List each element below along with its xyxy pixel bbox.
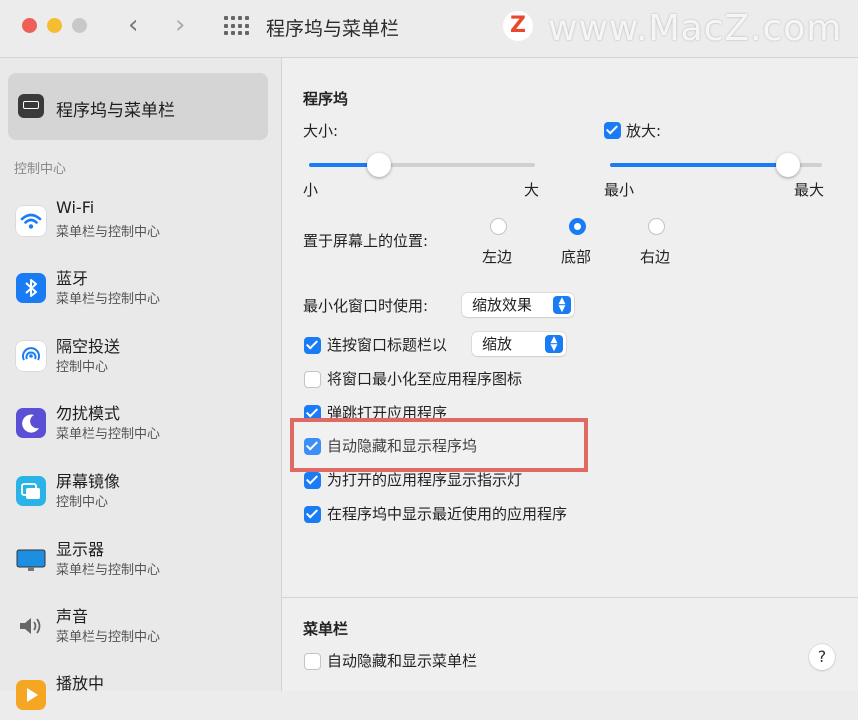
sidebar-section-control-center: 控制中心 [14, 162, 67, 177]
position-left-radio[interactable] [490, 218, 507, 235]
size-min-label: 小 [303, 181, 319, 199]
sidebar-item-airdrop[interactable]: 隔空投送 控制中心 [16, 333, 266, 383]
menubar-section-title: 菜单栏 [303, 620, 349, 638]
sidebar-item-dock-menubar[interactable]: 程序坞与菜单栏 [8, 73, 268, 140]
main-content: 程序坞 大小: 小 大 放大: 最小 最大 置于屏幕上的位置: 左边 底部 右边… [282, 58, 858, 691]
section-divider [282, 597, 858, 598]
position-left-label: 左边 [482, 248, 513, 266]
size-label: 大小: [303, 122, 339, 140]
sidebar-item-now-playing[interactable]: 播放中 [16, 670, 266, 720]
speaker-icon [16, 611, 46, 641]
sidebar-item-title: 勿扰模式 [56, 404, 121, 423]
position-label: 置于屏幕上的位置: [303, 232, 429, 250]
minimize-into-app-icon-checkbox[interactable] [304, 371, 321, 388]
dock-section-title: 程序坞 [303, 90, 349, 108]
show-recent-apps-label: 在程序坞中显示最近使用的应用程序 [327, 505, 568, 523]
sidebar-item-sound[interactable]: 声音 菜单栏与控制中心 [16, 603, 266, 653]
screen-mirror-icon [16, 476, 46, 506]
show-recent-apps-checkbox[interactable] [304, 506, 321, 523]
size-slider-knob[interactable] [367, 153, 391, 177]
position-right-radio[interactable] [648, 218, 665, 235]
size-max-label: 大 [524, 181, 540, 199]
sidebar-item-title: 隔空投送 [56, 337, 121, 356]
minimize-into-app-icon-label: 将窗口最小化至应用程序图标 [327, 370, 523, 388]
sidebar-item-bluetooth[interactable]: 蓝牙 菜单栏与控制中心 [16, 265, 266, 315]
sidebar-item-subtitle: 控制中心 [56, 360, 109, 375]
show-indicators-label: 为打开的应用程序显示指示灯 [327, 471, 523, 489]
watermark-logo: Z [503, 11, 533, 41]
back-button[interactable]: ‹ [128, 10, 138, 40]
zoom-window-button[interactable] [72, 18, 87, 33]
sidebar-item-title: 显示器 [56, 540, 105, 559]
sidebar-item-title: Wi-Fi [56, 198, 95, 217]
autohide-menubar-checkbox[interactable] [304, 653, 321, 670]
bluetooth-icon [16, 273, 46, 303]
window-title: 程序坞与菜单栏 [266, 18, 400, 40]
sidebar-item-title: 屏幕镜像 [56, 472, 121, 491]
sidebar-item-subtitle: 菜单栏与控制中心 [56, 225, 161, 240]
sidebar-item-title: 声音 [56, 607, 89, 626]
minimize-effect-label: 最小化窗口时使用: [303, 297, 429, 315]
sidebar-item-label: 程序坞与菜单栏 [56, 101, 175, 121]
sidebar-item-title: 播放中 [56, 674, 105, 693]
close-window-button[interactable] [22, 18, 37, 33]
sidebar-item-subtitle: 控制中心 [56, 495, 109, 510]
autohide-menubar-label: 自动隐藏和显示菜单栏 [327, 652, 478, 670]
moon-icon [16, 408, 46, 438]
sidebar-item-wifi[interactable]: Wi-Fi 菜单栏与控制中心 [16, 198, 266, 248]
show-indicators-checkbox[interactable] [304, 472, 321, 489]
double-click-action-select[interactable]: 缩放 ▲ ▼ [472, 332, 566, 356]
position-bottom-label: 底部 [561, 248, 592, 266]
help-button[interactable]: ? [809, 644, 835, 670]
chevron-updown-icon: ▲ ▼ [545, 335, 563, 353]
magnification-max-label: 最大 [794, 181, 825, 199]
minimize-window-button[interactable] [47, 18, 62, 33]
minimize-effect-select[interactable]: 缩放效果 ▲ ▼ [462, 293, 574, 317]
magnification-slider-fill [610, 163, 788, 167]
sidebar-item-subtitle: 菜单栏与控制中心 [56, 427, 161, 442]
show-all-grid-icon[interactable] [224, 16, 249, 36]
double-click-action-value: 缩放 [482, 335, 513, 353]
sidebar-item-screen-mirroring[interactable]: 屏幕镜像 控制中心 [16, 468, 266, 518]
sidebar-item-do-not-disturb[interactable]: 勿扰模式 菜单栏与控制中心 [16, 400, 266, 450]
dock-icon [18, 94, 44, 118]
position-bottom-radio[interactable] [569, 218, 586, 235]
double-click-label: 连按窗口标题栏以 [327, 336, 448, 354]
magnification-slider-knob[interactable] [776, 153, 800, 177]
position-right-label: 右边 [640, 248, 671, 266]
minimize-effect-value: 缩放效果 [472, 296, 533, 314]
sidebar: 程序坞与菜单栏 控制中心 Wi-Fi 菜单栏与控制中心 蓝牙 菜单栏与控制中心 … [0, 58, 282, 710]
magnification-min-label: 最小 [604, 181, 635, 199]
title-bar: ‹ › 程序坞与菜单栏 Z www.MacZ.com [0, 0, 858, 58]
sidebar-item-subtitle: 菜单栏与控制中心 [56, 563, 161, 578]
sidebar-item-display[interactable]: 显示器 菜单栏与控制中心 [16, 536, 266, 586]
display-icon [16, 544, 46, 574]
chevron-updown-icon: ▲ ▼ [553, 296, 571, 314]
wifi-icon [16, 206, 46, 236]
airdrop-icon [16, 341, 46, 371]
forward-button[interactable]: › [175, 10, 185, 40]
magnification-checkbox[interactable] [604, 122, 621, 139]
sidebar-item-title: 蓝牙 [56, 269, 89, 288]
now-playing-icon [16, 680, 46, 710]
annotation-highlight-box [290, 418, 588, 472]
sidebar-item-subtitle: 菜单栏与控制中心 [56, 292, 161, 307]
magnification-label: 放大: [626, 122, 662, 140]
sidebar-item-subtitle: 菜单栏与控制中心 [56, 630, 161, 645]
watermark-text: www.MacZ.com [548, 8, 843, 49]
double-click-checkbox[interactable] [304, 337, 321, 354]
